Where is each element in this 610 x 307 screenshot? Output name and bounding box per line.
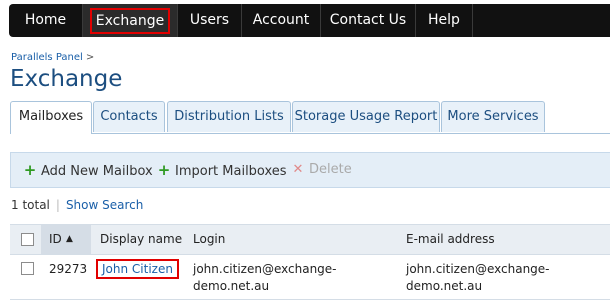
plus-icon: + [23, 161, 37, 179]
display-name-column-header[interactable]: Display name [100, 225, 182, 254]
tab-bar: Mailboxes Contacts Distribution Lists St… [10, 101, 610, 134]
sort-ascending-icon: ▲ [66, 234, 73, 244]
display-name-link[interactable]: John Citizen [96, 259, 179, 279]
import-mailboxes-label: Import Mailboxes [175, 164, 287, 179]
nav-users[interactable]: Users [178, 4, 242, 37]
nav-account[interactable]: Account [242, 4, 321, 37]
list-summary: 1 total | Show Search [11, 198, 143, 212]
tab-storage-usage-report[interactable]: Storage Usage Report [292, 101, 440, 132]
import-mailboxes-button[interactable]: + Import Mailboxes [157, 153, 287, 187]
email-value: john.citizen@exchange- demo.net.au [406, 261, 550, 295]
delete-button[interactable]: ✕ Delete [291, 153, 352, 187]
nav-account-label: Account [252, 12, 310, 28]
nav-help[interactable]: Help [416, 4, 473, 37]
row-checkbox[interactable] [21, 262, 34, 275]
add-new-mailbox-label: Add New Mailbox [41, 164, 153, 179]
plus-icon: + [157, 161, 171, 179]
nav-home[interactable]: Home [9, 4, 83, 37]
login-value: john.citizen@exchange- demo.net.au [193, 261, 337, 295]
tab-more-services[interactable]: More Services [441, 101, 545, 132]
email-column-header[interactable]: E-mail address [406, 225, 495, 254]
breadcrumb-item-parallels-panel[interactable]: Parallels Panel [11, 52, 83, 63]
page-title: Exchange [10, 66, 123, 92]
nav-exchange[interactable]: Exchange [83, 4, 178, 37]
id-header-label: ID [49, 232, 62, 246]
delete-label: Delete [309, 162, 352, 177]
tab-mailboxes[interactable]: Mailboxes [10, 101, 92, 134]
id-column-header[interactable]: ID ▲ [41, 225, 91, 254]
login-column-header[interactable]: Login [193, 225, 225, 254]
toolbar: + Add New Mailbox + Import Mailboxes ✕ Dele… [10, 152, 610, 188]
add-new-mailbox-button[interactable]: + Add New Mailbox [23, 153, 153, 187]
nav-contact-us-label: Contact Us [329, 12, 407, 28]
email-line-1: john.citizen@exchange- [406, 262, 550, 276]
top-bar: Home Exchange Users Account Contact Us H… [0, 0, 610, 42]
login-line-2: demo.net.au [193, 279, 270, 293]
mailbox-id: 29273 [49, 262, 88, 276]
nav-home-label: Home [24, 12, 67, 28]
breadcrumb: Parallels Panel > [11, 52, 94, 63]
login-line-1: john.citizen@exchange- [193, 262, 337, 276]
tab-distribution-lists[interactable]: Distribution Lists [167, 101, 291, 132]
top-navigation: Home Exchange Users Account Contact Us H… [9, 4, 610, 37]
nav-exchange-label: Exchange [89, 8, 171, 34]
nav-contact-us[interactable]: Contact Us [321, 4, 416, 37]
close-icon: ✕ [292, 162, 304, 177]
table-header: ID ▲ Display name Login E-mail address [10, 224, 610, 255]
total-count: 1 total [11, 198, 50, 212]
table-row: 29273 John Citizen john.citizen@exchange… [10, 254, 610, 300]
breadcrumb-separator: > [85, 52, 95, 63]
summary-divider: | [55, 198, 60, 212]
nav-users-label: Users [189, 12, 230, 28]
nav-help-label: Help [428, 12, 460, 28]
email-line-2: demo.net.au [406, 279, 483, 293]
tab-contacts[interactable]: Contacts [93, 101, 165, 132]
show-search-link[interactable]: Show Search [66, 198, 143, 212]
select-all-checkbox[interactable] [21, 233, 34, 246]
